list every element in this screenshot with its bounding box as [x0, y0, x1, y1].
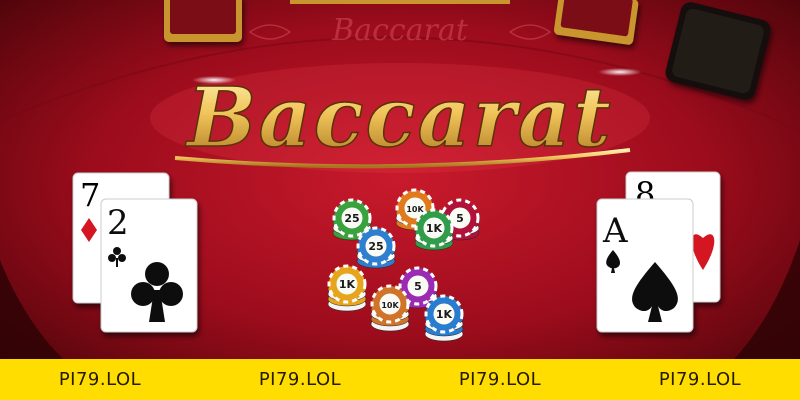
banner-text: PI79.LOL	[258, 369, 342, 390]
dealer-rail	[290, 0, 510, 4]
chip-value: 10K	[381, 301, 399, 310]
poker-chip: 1K	[424, 294, 464, 342]
right-card-front-rank: A	[602, 211, 628, 251]
chip-value: 5	[414, 280, 422, 293]
poker-chip: 1K	[414, 208, 454, 251]
felt-baccarat-text: Baccarat	[331, 13, 469, 48]
banner-text: PI79.LOL	[58, 369, 142, 390]
left-card-back-rank: 7	[80, 176, 100, 214]
baccarat-scene: Baccarat Baccarat 7 2 8 A 25 10K 5 25 1K…	[0, 0, 800, 400]
chip-value: 25	[344, 212, 359, 225]
chip-value: 25	[368, 240, 383, 253]
left-card-front: 2	[100, 198, 198, 333]
logo-sparkle-left	[192, 76, 236, 84]
right-card-front: A	[596, 198, 694, 333]
poker-chip: 25	[356, 226, 396, 269]
chip-value: 1K	[436, 308, 453, 321]
banner-text: PI79.LOL	[458, 369, 542, 390]
scene-graphic: Baccarat Baccarat 7 2 8 A 2510K5251K1K 5…	[0, 0, 800, 400]
promo-banner: PI79.LOL PI79.LOL PI79.LOL PI79.LOL	[0, 359, 800, 400]
chip-value: 10K	[406, 205, 424, 214]
logo-sparkle-right	[598, 68, 642, 76]
baccarat-logo: Baccarat	[185, 70, 613, 166]
poker-chip: 1K	[327, 264, 367, 312]
chip-value: 5	[456, 212, 464, 225]
poker-chip: 10K	[370, 284, 410, 332]
chip-value: 1K	[339, 278, 356, 291]
left-card-front-rank: 2	[107, 203, 129, 243]
card-shoe-left	[164, 0, 242, 42]
banner-text: PI79.LOL	[658, 369, 742, 390]
chip-value: 1K	[426, 222, 443, 235]
